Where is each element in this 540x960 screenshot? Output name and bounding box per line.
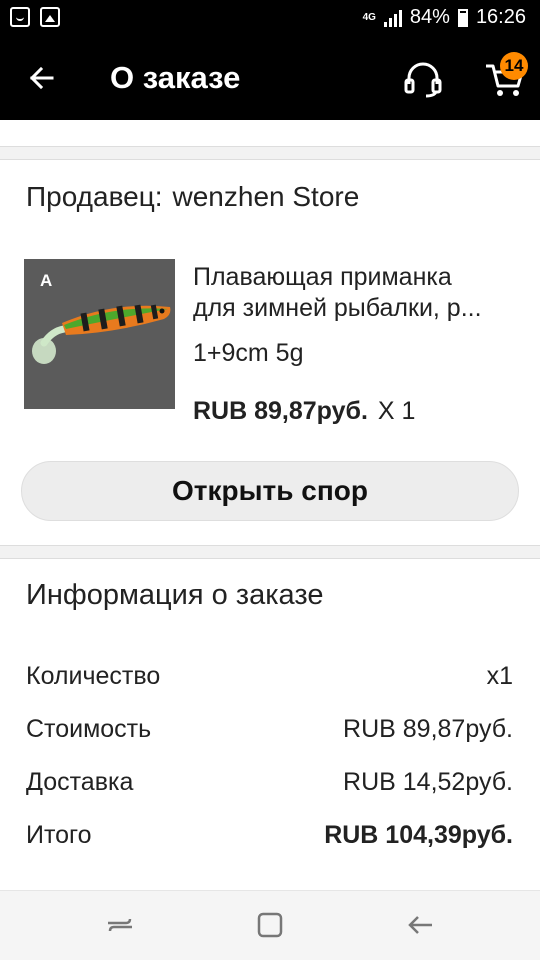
headset-icon bbox=[404, 62, 442, 98]
previous-section-edge bbox=[0, 118, 540, 128]
info-value: RUB 14,52руб. bbox=[343, 768, 513, 796]
section-divider bbox=[0, 545, 540, 559]
product-title-line-2: для зимней рыбалки, р... bbox=[193, 294, 482, 322]
signal-icon bbox=[383, 9, 402, 27]
product-price-row: RUB 89,87руб. X 1 bbox=[193, 397, 415, 426]
back-icon[interactable] bbox=[404, 909, 436, 941]
battery-percent: 84% bbox=[409, 6, 450, 28]
info-row-total: Итого RUB 104,39руб. bbox=[26, 821, 513, 855]
product-title-line-1: Плавающая приманка bbox=[193, 263, 452, 291]
battery-icon bbox=[457, 8, 468, 27]
app-bar: О заказе bbox=[0, 36, 540, 120]
status-bar: 4G 84% 16:26 bbox=[0, 0, 540, 36]
product-variant: 1+9cm 5g bbox=[193, 339, 304, 367]
clock: 16:26 bbox=[475, 6, 526, 28]
section-divider bbox=[0, 146, 540, 160]
support-button[interactable] bbox=[400, 56, 446, 102]
page-title: О заказе bbox=[110, 60, 241, 95]
product-price: RUB 89,87руб. bbox=[193, 397, 368, 425]
info-label: Стоимость bbox=[26, 715, 152, 743]
product-title[interactable]: Плавающая приманка для зимней рыбалки, р… bbox=[193, 262, 518, 324]
product-image[interactable]: A bbox=[24, 259, 175, 409]
info-row-shipping: Доставка RUB 14,52руб. bbox=[26, 768, 513, 802]
home-icon[interactable] bbox=[254, 909, 286, 941]
notification-app-icon bbox=[10, 7, 30, 27]
cart-count-badge: 14 bbox=[500, 52, 528, 80]
info-label: Итого bbox=[26, 821, 92, 849]
seller-row[interactable]: Продавец: wenzhen Store bbox=[26, 181, 359, 213]
info-value: RUB 89,87руб. bbox=[343, 715, 513, 743]
info-value: x1 bbox=[486, 662, 513, 690]
system-nav-bar bbox=[0, 890, 540, 960]
info-label: Количество bbox=[26, 662, 161, 690]
notification-image-icon bbox=[40, 7, 60, 27]
product-image-letter: A bbox=[40, 271, 53, 290]
info-row-quantity: Количество x1 bbox=[26, 662, 513, 696]
info-value-total: RUB 104,39руб. bbox=[324, 821, 513, 849]
arrow-back-icon bbox=[29, 66, 54, 90]
open-dispute-button[interactable]: Открыть спор bbox=[21, 461, 519, 521]
info-label: Доставка bbox=[26, 768, 134, 796]
order-info-title: Информация о заказе bbox=[26, 579, 324, 611]
back-button[interactable] bbox=[22, 58, 62, 98]
network-type: 4G bbox=[362, 11, 376, 23]
info-row-cost: Стоимость RUB 89,87руб. bbox=[26, 715, 513, 749]
seller-label: Продавец: bbox=[26, 181, 163, 212]
seller-name: wenzhen Store bbox=[172, 181, 360, 212]
product-quantity: X 1 bbox=[377, 397, 416, 425]
recent-apps-icon[interactable] bbox=[104, 909, 136, 941]
